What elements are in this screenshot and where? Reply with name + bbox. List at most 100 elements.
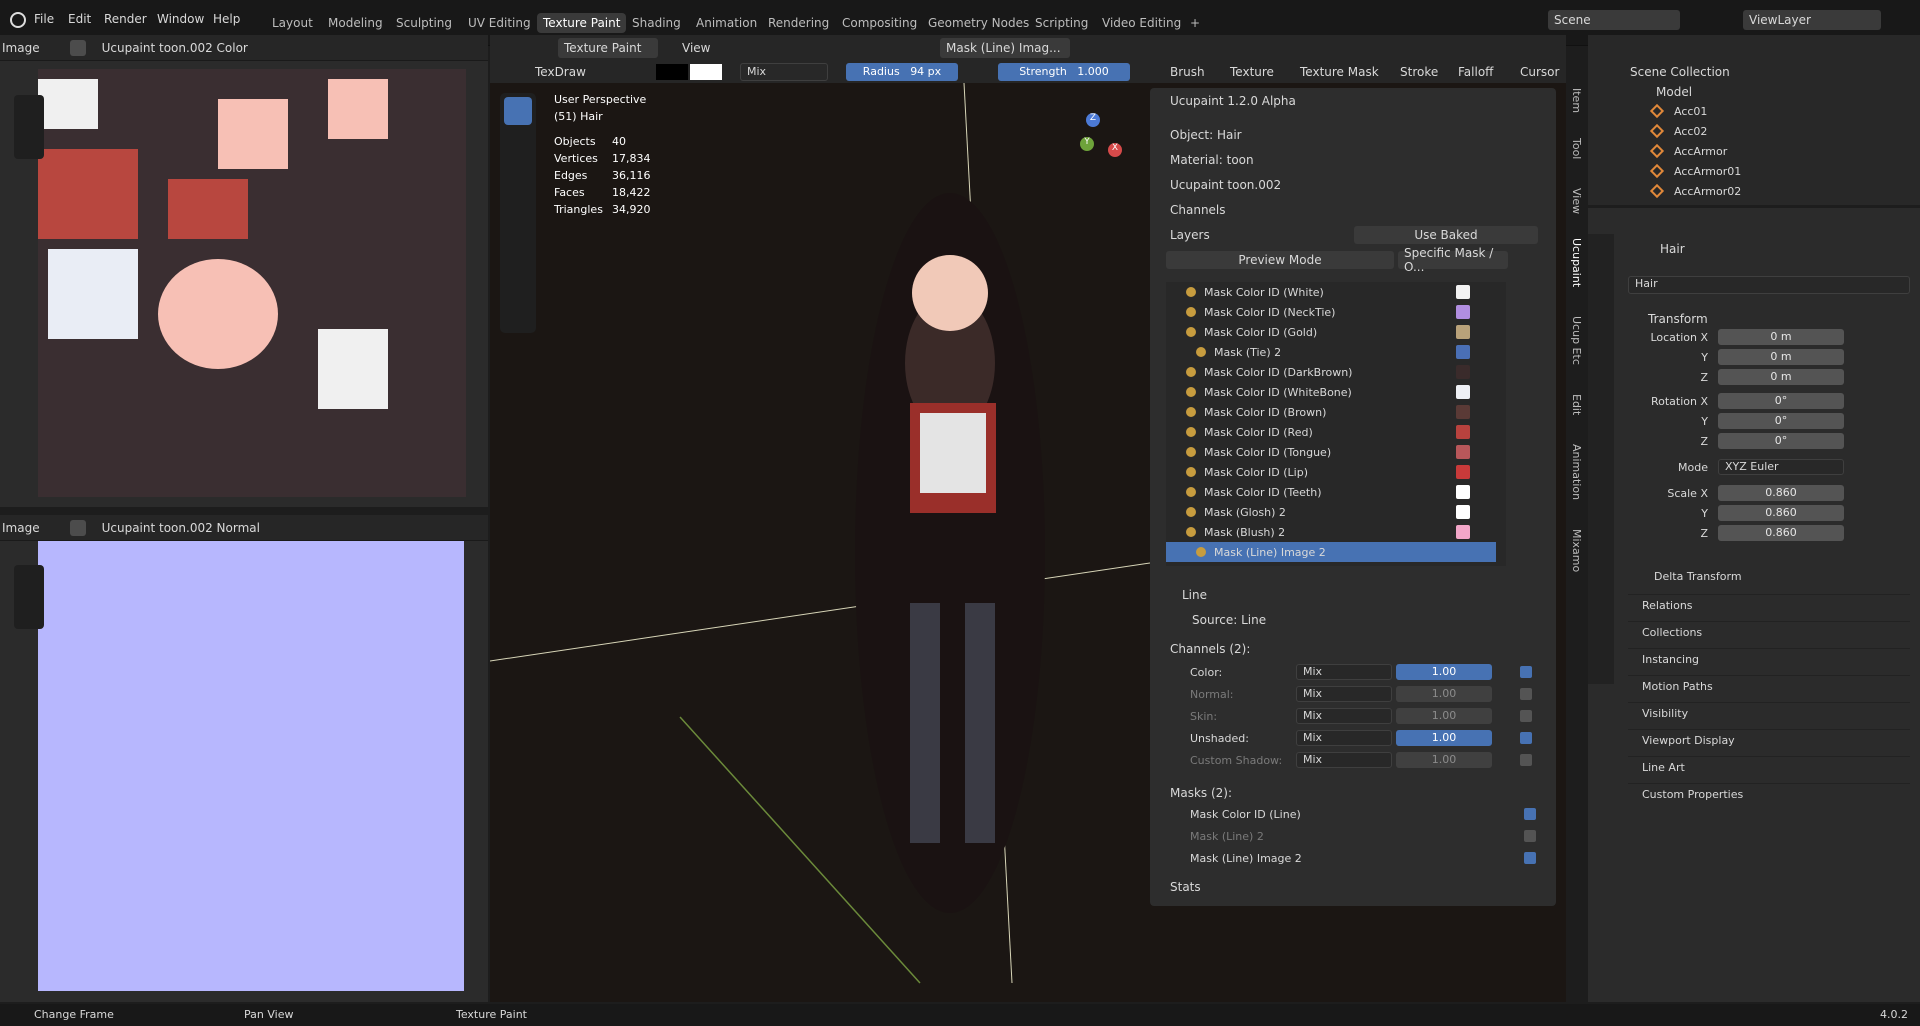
use-baked-button[interactable]: Use Baked [1354, 226, 1538, 244]
mask-image-selector[interactable]: Mask (Line) Imag... [940, 38, 1070, 58]
layer-item[interactable]: Mask (Blush) 2 [1166, 522, 1496, 542]
secondary-color[interactable] [690, 64, 722, 80]
layer-item[interactable]: Mask (Glosh) 2 [1166, 502, 1496, 522]
stats-section[interactable]: Stats [1170, 880, 1201, 894]
channel-blend-dropdown[interactable]: Mix [1296, 664, 1392, 680]
editor-type-icon[interactable] [69, 519, 86, 536]
cursor-menu[interactable]: Cursor [1520, 65, 1559, 79]
layer-item[interactable]: Mask Color ID (Gold) [1166, 322, 1496, 342]
side-tab-ucupaint[interactable]: Ucupaint [1570, 238, 1583, 287]
specific-mask-dropdown[interactable]: Specific Mask / O... [1398, 246, 1508, 274]
layer-item[interactable]: Mask Color ID (Red) [1166, 422, 1496, 442]
transform-field[interactable]: 0 m [1718, 349, 1844, 365]
scale-field[interactable]: 0.860 [1718, 485, 1844, 501]
layer-name[interactable]: Mask Color ID (Tongue) [1204, 446, 1456, 459]
layer-color-swatch[interactable] [1456, 385, 1470, 399]
properties-section[interactable]: Line Art [1628, 756, 1910, 774]
uv-texture-color[interactable] [38, 69, 466, 497]
image-name[interactable]: Ucupaint toon.002 Normal [102, 521, 260, 535]
tab-geometry-nodes[interactable]: Geometry Nodes [922, 13, 1035, 33]
layer-item[interactable]: Mask (Tie) 2 [1166, 342, 1496, 362]
mask-enable-checkbox[interactable] [1524, 852, 1536, 864]
rotation-mode-dropdown[interactable]: XYZ Euler [1718, 459, 1844, 475]
channel-enable-checkbox[interactable] [1520, 732, 1532, 744]
layer-color-swatch[interactable] [1456, 365, 1470, 379]
transform-field[interactable]: 0 m [1718, 369, 1844, 385]
outliner-item-name[interactable]: AccArmor01 [1674, 165, 1741, 178]
tab-scripting[interactable]: Scripting [1029, 13, 1094, 33]
menu-window[interactable]: Window [157, 12, 204, 26]
layer-name[interactable]: Mask (Line) Image 2 [1214, 546, 1456, 559]
scene-selector[interactable]: Scene [1548, 10, 1680, 30]
tab-uv-editing[interactable]: UV Editing [462, 13, 537, 33]
mode-selector[interactable]: Texture Paint [558, 38, 658, 58]
menu-file[interactable]: File [34, 12, 54, 26]
layer-item[interactable]: Mask Color ID (WhiteBone) [1166, 382, 1496, 402]
channel-enable-checkbox[interactable] [1520, 754, 1532, 766]
properties-section[interactable]: Collections [1628, 621, 1910, 639]
uv-texture-normal[interactable] [38, 541, 464, 991]
channel-intensity-field[interactable]: 1.00 [1396, 752, 1492, 768]
outliner-item[interactable]: AccArmor01 [1588, 161, 1858, 181]
layer-name[interactable]: Mask Color ID (DarkBrown) [1204, 366, 1456, 379]
outliner-item[interactable]: AccArmor02 [1588, 181, 1858, 201]
outliner-item-name[interactable]: Acc02 [1674, 125, 1707, 138]
side-tab-animation[interactable]: Animation [1570, 444, 1583, 500]
layer-color-swatch[interactable] [1456, 465, 1470, 479]
layer-item[interactable]: Mask Color ID (DarkBrown) [1166, 362, 1496, 382]
transform-field[interactable]: 0° [1718, 413, 1844, 429]
tab-shading[interactable]: Shading [626, 13, 687, 33]
channel-enable-checkbox[interactable] [1520, 666, 1532, 678]
layer-color-swatch[interactable] [1456, 425, 1470, 439]
line-section[interactable]: Line [1182, 588, 1207, 602]
layer-name[interactable]: Mask Color ID (Teeth) [1204, 486, 1456, 499]
channel-blend-dropdown[interactable]: Mix [1296, 708, 1392, 724]
layer-color-swatch[interactable] [1456, 345, 1470, 359]
layer-item[interactable]: Mask Color ID (NeckTie) [1166, 302, 1496, 322]
layer-color-swatch[interactable] [1456, 305, 1470, 319]
mask-row[interactable]: Mask (Line) Image 2 [1170, 848, 1540, 868]
tab-video-editing[interactable]: Video Editing [1096, 13, 1187, 33]
stroke-menu[interactable]: Stroke [1400, 65, 1438, 79]
outliner-item[interactable]: Acc01 [1588, 101, 1858, 121]
side-tab-edit[interactable]: Edit [1570, 394, 1583, 415]
outliner-item-name[interactable]: AccArmor [1674, 145, 1727, 158]
properties-section[interactable]: Instancing [1628, 648, 1910, 666]
add-workspace-icon[interactable]: + [1184, 13, 1206, 33]
brush-menu[interactable]: Brush [1170, 65, 1205, 79]
layer-name[interactable]: Mask (Tie) 2 [1214, 346, 1456, 359]
outliner-item[interactable]: Acc02 [1588, 121, 1858, 141]
layer-item[interactable]: Mask (Line) Image 2 [1166, 542, 1496, 562]
tab-modeling[interactable]: Modeling [322, 13, 389, 33]
layer-color-swatch[interactable] [1456, 485, 1470, 499]
side-tab-ucup-etc[interactable]: Ucup Etc [1570, 316, 1583, 365]
menu-help[interactable]: Help [213, 12, 240, 26]
layer-color-swatch[interactable] [1456, 325, 1470, 339]
layer-name[interactable]: Mask Color ID (Brown) [1204, 406, 1456, 419]
channel-intensity-field[interactable]: 1.00 [1396, 664, 1492, 680]
object-section[interactable]: Object: Hair [1170, 128, 1242, 142]
tab-sculpting[interactable]: Sculpting [390, 13, 458, 33]
layer-name[interactable]: Mask Color ID (Red) [1204, 426, 1456, 439]
layer-item[interactable]: Mask Color ID (Lip) [1166, 462, 1496, 482]
layer-color-swatch[interactable] [1456, 445, 1470, 459]
properties-section[interactable]: Motion Paths [1628, 675, 1910, 693]
properties-section[interactable]: Viewport Display [1628, 729, 1910, 747]
layer-item[interactable]: Mask Color ID (White) [1166, 282, 1496, 302]
material-section[interactable]: Material: toon [1170, 153, 1254, 167]
layer-name[interactable]: Mask (Blush) 2 [1204, 526, 1456, 539]
blend-mode-dropdown[interactable]: Mix [740, 63, 828, 81]
side-tab-mixamo[interactable]: Mixamo [1570, 529, 1583, 572]
transform-field[interactable]: 0° [1718, 393, 1844, 409]
layer-item[interactable]: Mask Color ID (Brown) [1166, 402, 1496, 422]
tab-texture-paint[interactable]: Texture Paint [537, 13, 627, 33]
image-name[interactable]: Ucupaint toon.002 Color [102, 41, 248, 55]
menu-edit[interactable]: Edit [68, 12, 91, 26]
channel-enable-checkbox[interactable] [1520, 710, 1532, 722]
delta-transform-section[interactable]: Delta Transform [1654, 570, 1742, 583]
preview-mode-button[interactable]: Preview Mode [1166, 251, 1394, 269]
layer-name[interactable]: Mask (Glosh) 2 [1204, 506, 1456, 519]
transform-field[interactable]: 0° [1718, 433, 1844, 449]
channels-section[interactable]: Channels [1170, 203, 1226, 217]
view-menu[interactable]: View [682, 41, 710, 55]
